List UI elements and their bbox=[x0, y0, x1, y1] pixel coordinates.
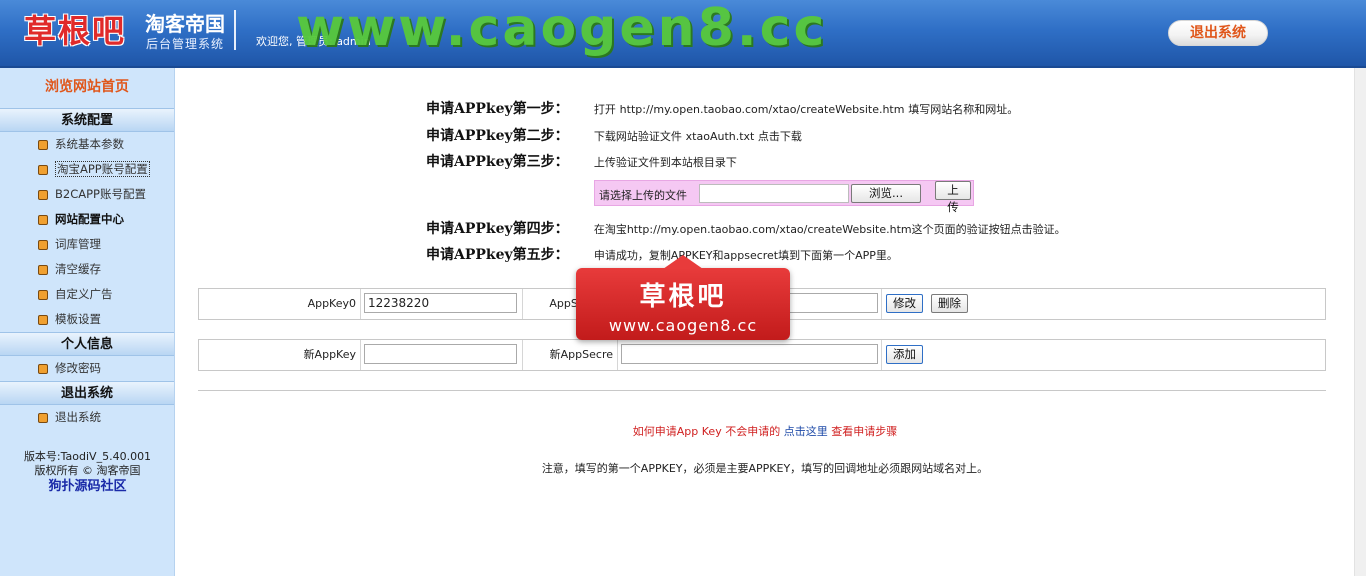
app-key-input[interactable] bbox=[364, 293, 517, 313]
sidebar-section-personal-info: 个人信息 bbox=[0, 332, 174, 356]
click-here-link[interactable]: 点击这里 bbox=[784, 425, 828, 438]
new-app-secret-label: 新AppSecre bbox=[523, 340, 618, 370]
sidebar-item-keyword-library[interactable]: 词库管理 bbox=[0, 232, 174, 257]
site-url-banner: www.caogen8.cc bbox=[296, 0, 828, 58]
watermark-notch bbox=[663, 255, 703, 269]
bullet-icon bbox=[38, 165, 48, 175]
new-app-key-input[interactable] bbox=[364, 344, 517, 364]
note-text: 注意，填写的第一个APPKEY，必须是主要APPKEY，填写的回调地址必须跟网站… bbox=[541, 462, 989, 475]
bullet-icon bbox=[38, 315, 48, 325]
bullet-icon bbox=[38, 190, 48, 200]
top-header: 草根吧 淘客帝国 后台管理系统 欢迎您, 管理员: admin www.caog… bbox=[0, 0, 1366, 68]
sidebar-item-b2c-app-config[interactable]: B2CAPP账号配置 bbox=[0, 182, 174, 207]
brand-logo-taoke: 淘客帝国 bbox=[145, 12, 225, 36]
open-taobao-link[interactable]: http://my.open.taobao.com/xtao/createWeb… bbox=[620, 103, 905, 116]
new-app-key-cell bbox=[361, 340, 523, 370]
bullet-icon bbox=[38, 290, 48, 300]
sidebar-item-basic-params[interactable]: 系统基本参数 bbox=[0, 132, 174, 157]
sidebar-footer: 版本号:TaodiV_5.40.001 版权所有 © 淘客帝国 狗扑源码社区 bbox=[0, 450, 175, 494]
copyright-text: 版权所有 © 淘客帝国 bbox=[34, 464, 141, 477]
watermark-title: 草根吧 bbox=[639, 282, 727, 312]
step-title: 申请APPkey第五步： bbox=[426, 247, 569, 263]
bullet-icon bbox=[38, 413, 48, 423]
bullet-icon bbox=[38, 140, 48, 150]
sidebar-item-change-password[interactable]: 修改密码 bbox=[0, 356, 174, 381]
bullet-icon bbox=[38, 364, 48, 374]
sidebar-item-template-settings[interactable]: 模板设置 bbox=[0, 307, 174, 332]
add-button[interactable]: 添加 bbox=[886, 345, 923, 364]
new-app-key-row: 新AppKey 新AppSecre 添加 bbox=[198, 339, 1326, 371]
content-divider bbox=[198, 390, 1326, 391]
bullet-icon bbox=[38, 265, 48, 275]
step-desc-post: 填写网站名称和网址。 bbox=[908, 103, 1019, 116]
sidebar-item-taobao-app-config[interactable]: 淘宝APP账号配置 bbox=[0, 157, 174, 182]
watermark-overlay: 草根吧 www.caogen8.cc bbox=[576, 255, 790, 340]
download-auth-file-link[interactable]: xtaoAuth.txt 点击下载 bbox=[686, 130, 802, 143]
step-title: 申请APPkey第三步： bbox=[426, 154, 569, 170]
bullet-icon bbox=[38, 240, 48, 250]
step-title: 申请APPkey第四步： bbox=[426, 221, 569, 237]
help-line: 如何申请App Key 不会申请的 点击这里 查看申请步骤 bbox=[176, 423, 1354, 439]
sidebar-item-logout[interactable]: 退出系统 bbox=[0, 405, 174, 430]
brand-subtitle: 后台管理系统 bbox=[146, 37, 225, 51]
view-steps-link[interactable]: 查看申请步骤 bbox=[831, 425, 897, 438]
upload-button[interactable]: 上传 bbox=[935, 181, 971, 214]
sidebar-item-site-config-center[interactable]: 网站配置中心 bbox=[0, 207, 174, 232]
sidebar-home-link[interactable]: 浏览网站首页 bbox=[0, 68, 174, 108]
step-desc: 下载网站验证文件 bbox=[593, 130, 682, 143]
new-app-secret-input[interactable] bbox=[621, 344, 878, 364]
header-divider bbox=[234, 10, 236, 50]
step-title: 申请APPkey第二步： bbox=[426, 128, 569, 144]
sidebar: 浏览网站首页 系统配置 系统基本参数 淘宝APP账号配置 B2CAPP账号配置 … bbox=[0, 68, 175, 576]
app-key-cell bbox=[361, 289, 523, 319]
step-desc: 打开 bbox=[593, 103, 616, 116]
step-desc: 申请成功，复制APPKEY和appsecret填到下面第一个APP里。 bbox=[593, 249, 898, 262]
step-1: 申请APPkey第一步： 打开 http://my.open.taobao.co… bbox=[426, 97, 1018, 121]
logout-button[interactable]: 退出系统 bbox=[1168, 20, 1268, 46]
brand-logo-caogen: 草根吧 bbox=[24, 12, 127, 50]
help-text: 如何申请App Key 不会申请的 bbox=[632, 425, 781, 438]
app-key-label: AppKey0 bbox=[199, 289, 361, 319]
sidebar-section-system-config: 系统配置 bbox=[0, 108, 174, 132]
step-4: 申请APPkey第四步： 在淘宝http://my.open.taobao.co… bbox=[426, 217, 1066, 241]
sidebar-section-logout: 退出系统 bbox=[0, 381, 174, 405]
step-title: 申请APPkey第一步： bbox=[426, 101, 569, 117]
sidebar-item-custom-ads[interactable]: 自定义广告 bbox=[0, 282, 174, 307]
step-5: 申请APPkey第五步： 申请成功，复制APPKEY和appsecret填到下面… bbox=[426, 243, 898, 267]
new-app-key-label: 新AppKey bbox=[199, 340, 361, 370]
vertical-scrollbar[interactable] bbox=[1354, 68, 1366, 576]
upload-label: 请选择上传的文件 bbox=[599, 189, 687, 202]
delete-button[interactable]: 删除 bbox=[931, 294, 968, 313]
file-path-input[interactable] bbox=[699, 184, 849, 203]
community-link[interactable]: 狗扑源码社区 bbox=[0, 480, 175, 494]
bullet-icon bbox=[38, 215, 48, 225]
step-desc: 上传验证文件到本站根目录下 bbox=[593, 156, 737, 169]
new-app-secret-cell bbox=[618, 340, 882, 370]
edit-button[interactable]: 修改 bbox=[886, 294, 923, 313]
step-2: 申请APPkey第二步： 下载网站验证文件 xtaoAuth.txt 点击下载 bbox=[426, 124, 802, 148]
upload-form: 请选择上传的文件 浏览... 上传 bbox=[594, 180, 974, 214]
watermark-url: www.caogen8.cc bbox=[608, 316, 758, 335]
browse-button[interactable]: 浏览... bbox=[851, 184, 921, 203]
step-desc: 在淘宝http://my.open.taobao.com/xtao/create… bbox=[593, 223, 1066, 236]
step-3: 申请APPkey第三步： 上传验证文件到本站根目录下 bbox=[426, 150, 737, 174]
version-text: 版本号:TaodiV_5.40.001 bbox=[23, 450, 152, 463]
sidebar-item-clear-cache[interactable]: 清空缓存 bbox=[0, 257, 174, 282]
